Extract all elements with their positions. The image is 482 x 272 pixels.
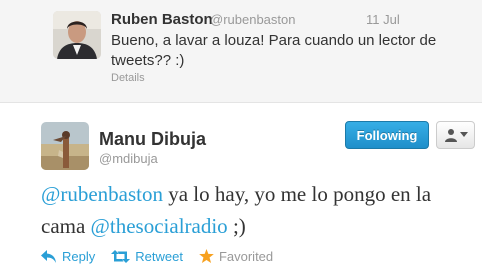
context-timestamp[interactable]: 11 Jul bbox=[366, 12, 400, 27]
context-tweet[interactable]: Ruben Baston @rubenbaston 11 Jul Bueno, … bbox=[0, 0, 482, 103]
context-author-handle[interactable]: @rubenbaston bbox=[210, 12, 295, 27]
context-tweet-text: Bueno, a lavar a louza! Para cuando un l… bbox=[111, 32, 437, 69]
favorite-action[interactable]: Favorited bbox=[199, 249, 273, 264]
reply-arrow-icon bbox=[41, 249, 56, 263]
caret-down-icon bbox=[459, 132, 468, 137]
context-avatar[interactable] bbox=[53, 11, 101, 59]
star-icon bbox=[199, 249, 214, 263]
retweet-label: Retweet bbox=[135, 248, 183, 264]
tweet-actions: Reply Retweet Favorited bbox=[41, 248, 289, 264]
tweet-text-segment: ;) bbox=[227, 214, 246, 238]
context-avatar-image bbox=[53, 11, 101, 59]
mention-rubenbaston[interactable]: @rubenbaston bbox=[41, 182, 163, 206]
main-avatar-image bbox=[41, 122, 89, 170]
mention-thesocialradio[interactable]: @thesocialradio bbox=[91, 214, 228, 238]
following-button[interactable]: Following bbox=[345, 121, 429, 149]
main-avatar[interactable] bbox=[41, 122, 89, 170]
user-actions-button[interactable] bbox=[436, 121, 475, 149]
retweet-icon bbox=[111, 249, 131, 263]
reply-action[interactable]: Reply bbox=[41, 249, 95, 264]
retweet-action[interactable]: Retweet bbox=[111, 249, 183, 264]
main-author-name[interactable]: Manu Dibuja bbox=[99, 129, 206, 150]
reply-label: Reply bbox=[62, 248, 96, 264]
user-icon bbox=[444, 129, 457, 142]
main-author-handle[interactable]: @mdibuja bbox=[99, 151, 158, 166]
favorited-label: Favorited bbox=[218, 248, 274, 264]
main-tweet-text: @rubenbaston ya lo hay, yo me lo pongo e… bbox=[41, 178, 461, 242]
context-author-name[interactable]: Ruben Baston bbox=[111, 11, 213, 28]
details-link[interactable]: Details bbox=[111, 72, 145, 84]
